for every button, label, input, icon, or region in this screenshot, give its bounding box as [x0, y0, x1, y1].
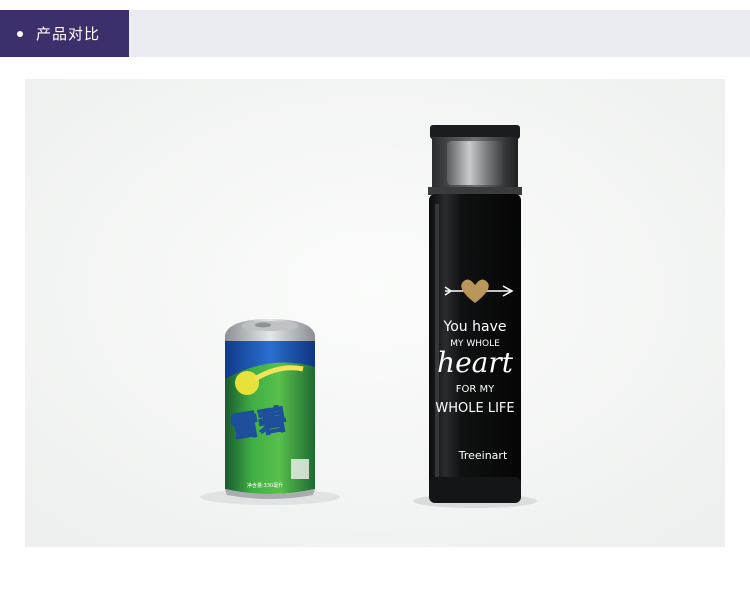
product-comparison-photo: 雪碧 净含量:330毫升 You have MY WHOLE heart FOR…: [25, 79, 725, 547]
treeinart-bottle: You have MY WHOLE heart FOR MY WHOLE LIF…: [428, 125, 522, 503]
bottle-text-line3: heart: [437, 346, 514, 379]
section-title: 产品对比: [36, 25, 101, 43]
bullet-dot-icon: [17, 30, 23, 37]
sprite-can: 雪碧 净含量:330毫升: [225, 319, 315, 499]
bottle-text-line4: FOR MY: [456, 384, 495, 395]
can-volume-text: 净含量:330毫升: [247, 482, 283, 489]
section-header: 产品对比: [0, 10, 750, 57]
bottle-text-line5: WHOLE LIFE: [435, 401, 514, 416]
bottle-text-line1: You have: [443, 319, 507, 335]
backdrop: [25, 79, 725, 547]
section-tab: 产品对比: [0, 10, 129, 57]
bottle-brand-text: Treeinart: [458, 449, 508, 462]
